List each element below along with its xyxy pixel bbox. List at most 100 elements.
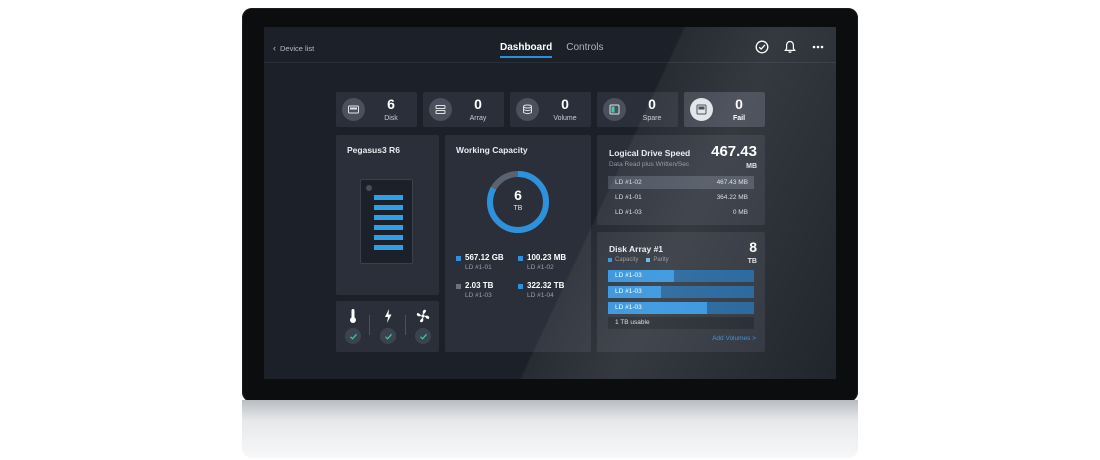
logical-drive-speed-panel: Logical Drive Speed 467.43 MB Data Read … — [597, 135, 765, 225]
drive-bay[interactable] — [374, 245, 403, 250]
array-volume-row[interactable]: LD #1-03 — [608, 302, 754, 314]
drive-bay[interactable] — [374, 235, 403, 240]
device-panel: Pegasus3 R6 — [336, 135, 439, 295]
array-volume-name: LD #1-03 — [615, 272, 642, 279]
speed-row-name: LD #1-01 — [615, 194, 642, 201]
array-icon — [429, 98, 452, 121]
array-volume-row[interactable]: LD #1-03 — [608, 270, 754, 282]
legend-capacity-label: Capacity — [615, 257, 639, 263]
stat-fail-label: Fail — [732, 115, 746, 122]
stat-volume-value: 0 — [561, 96, 569, 112]
add-volumes-link[interactable]: Add Volumes > — [712, 335, 756, 342]
device-name: Pegasus3 R6 — [347, 145, 400, 155]
power-status[interactable] — [373, 307, 403, 345]
top-bar: ‹ Device list Dashboard Controls — [264, 27, 836, 63]
checkmark-circle-icon[interactable] — [754, 39, 770, 55]
array-volume-row[interactable]: LD #1-03 — [608, 286, 754, 298]
drive-bay[interactable] — [374, 215, 403, 220]
array-volume-name: LD #1-03 — [615, 304, 642, 311]
speed-row[interactable]: LD #1-01 364.22 MB — [608, 191, 754, 204]
capacity-unit: TB — [513, 205, 523, 212]
legend-swatch — [456, 284, 461, 289]
legend-label: LD #1-02 — [527, 264, 554, 271]
capacity-title: Working Capacity — [456, 145, 528, 155]
speed-row[interactable]: LD #1-02 467.43 MB — [608, 176, 754, 189]
dashboard-screen: ‹ Device list Dashboard Controls 6 Disk — [264, 27, 836, 379]
stat-fail[interactable]: 0 Fail — [684, 92, 765, 127]
legend-label: LD #1-03 — [465, 292, 492, 299]
tab-bar: Dashboard Controls — [500, 42, 603, 58]
hardware-status-panel — [336, 301, 439, 352]
spare-icon — [603, 98, 626, 121]
array-value: 8 — [749, 239, 757, 255]
drive-bay[interactable] — [374, 195, 403, 200]
legend-swatch — [608, 258, 612, 262]
more-icon[interactable] — [810, 39, 826, 55]
stat-spare-value: 0 — [648, 96, 656, 112]
divider — [405, 315, 406, 335]
array-legend: Capacity Parity — [608, 257, 669, 263]
bell-icon[interactable] — [782, 39, 798, 55]
back-label: Device list — [280, 44, 315, 53]
speed-value: 467.43 — [711, 143, 757, 160]
tab-controls[interactable]: Controls — [566, 42, 603, 58]
array-title: Disk Array #1 — [609, 244, 664, 254]
legend-value: 100.23 MB — [527, 253, 567, 262]
legend-parity: Parity — [646, 257, 669, 263]
top-icons — [754, 39, 826, 55]
stat-disk-label: Disk — [384, 115, 398, 122]
power-bolt-icon — [373, 307, 403, 325]
fan-icon — [408, 307, 438, 325]
speed-row-name: LD #1-03 — [615, 209, 642, 216]
speed-title: Logical Drive Speed — [609, 148, 691, 158]
legend-value: 2.03 TB — [465, 281, 494, 290]
chevron-left-icon: ‹ — [273, 43, 276, 53]
monitor-chin — [242, 400, 858, 458]
stat-volume[interactable]: 0 Volume — [510, 92, 591, 127]
capacity-total: 6 — [514, 187, 522, 203]
check-icon — [380, 328, 396, 344]
disk-icon — [342, 98, 365, 121]
volume-icon — [516, 98, 539, 121]
stat-array-label: Array — [469, 115, 487, 122]
disk-array-panel: Disk Array #1 8 TB Capacity Parity LD #1… — [597, 232, 765, 352]
array-usable: 1 TB usable — [608, 317, 754, 329]
legend-label: LD #1-01 — [465, 264, 492, 271]
stat-spare-label: Spare — [642, 115, 662, 122]
drive-bay[interactable] — [374, 225, 403, 230]
speed-row-value: 467.43 MB — [716, 179, 748, 186]
tab-dashboard[interactable]: Dashboard — [500, 42, 553, 58]
fan-status[interactable] — [408, 307, 438, 345]
working-capacity-panel: Working Capacity 6 TB 567.12 GB LD #1-01… — [445, 135, 591, 352]
back-to-device-list-link[interactable]: ‹ Device list — [273, 43, 315, 54]
array-usable-label: 1 TB usable — [615, 319, 650, 326]
array-volume-name: LD #1-03 — [615, 288, 642, 295]
stat-spare[interactable]: 0 Spare — [597, 92, 678, 127]
temperature-status[interactable] — [338, 307, 368, 345]
fail-disk-icon — [690, 98, 713, 121]
stat-array-value: 0 — [474, 96, 482, 112]
stat-volume-label: Volume — [553, 115, 577, 122]
legend-value: 567.12 GB — [465, 253, 504, 262]
check-icon — [415, 328, 431, 344]
array-unit: TB — [747, 258, 757, 265]
stat-array[interactable]: 0 Array — [423, 92, 504, 127]
legend-capacity: Capacity — [608, 257, 638, 263]
speed-row-value: 0 MB — [732, 209, 748, 216]
check-icon — [345, 328, 361, 344]
speed-unit: MB — [746, 163, 757, 170]
stat-disk[interactable]: 6 Disk — [336, 92, 417, 127]
device-led — [366, 185, 372, 191]
legend-swatch — [456, 256, 461, 261]
speed-row-name: LD #1-02 — [615, 179, 642, 186]
drive-bay[interactable] — [374, 205, 403, 210]
stat-fail-value: 0 — [735, 96, 743, 112]
legend-swatch — [518, 256, 523, 261]
divider — [369, 315, 370, 335]
legend-swatch — [646, 258, 651, 262]
stat-disk-value: 6 — [387, 96, 395, 112]
legend-swatch — [518, 284, 523, 289]
speed-row-value: 364.22 MB — [716, 194, 748, 201]
legend-parity-label: Parity — [653, 257, 669, 263]
speed-row[interactable]: LD #1-03 0 MB — [608, 206, 754, 219]
